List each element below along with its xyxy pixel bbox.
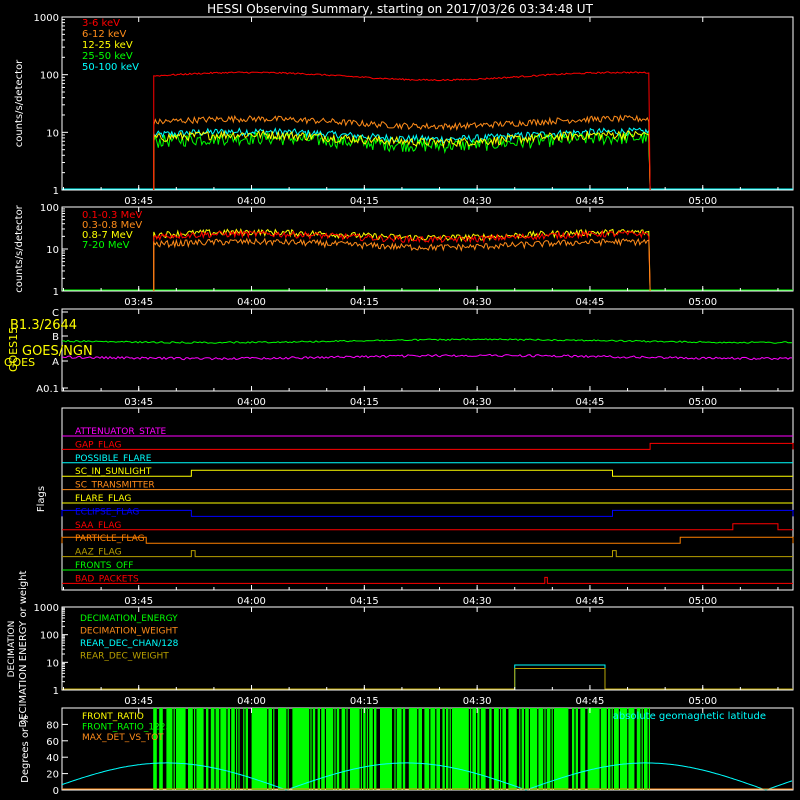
decimation-xtick-label: 04:45 [576, 696, 605, 707]
ratios-latitude-label: absolute geomagnetic latitude [613, 711, 766, 722]
flags-flag-label: AAZ_FLAG [75, 548, 122, 558]
low-energy-legend-entry: 6-12 keV [82, 29, 126, 40]
flags-flag-label: ATTENUATOR_STATE [75, 427, 167, 437]
flags-flag-label: FRONTS_OFF [75, 561, 133, 571]
low-energy-xtick-label: 04:15 [350, 196, 379, 207]
high-energy-ytick-label: 1 [53, 287, 59, 298]
decimation-ylabel: DECIMATION [7, 621, 17, 678]
flags-ylabel: Flags [36, 486, 47, 512]
low-energy-ytick-label: 1000 [34, 13, 59, 24]
ratios-ylabel: Degrees or % [20, 715, 31, 783]
flags-flag-label: SC_TRANSMITTER [75, 481, 155, 491]
decimation-ytick-label: 1000 [34, 603, 59, 614]
low-energy-ylabel: counts/s/detector [14, 59, 25, 147]
flags-xtick-label: 04:15 [350, 596, 379, 607]
high-energy-xtick-label: 05:00 [688, 297, 717, 308]
flags-xtick-label: 03:45 [124, 596, 153, 607]
decimation-ytick-label: 100 [40, 631, 59, 642]
flags-xtick-label: 04:30 [463, 596, 492, 607]
ratios-legend-entry: FRONT_RATIO_1225 [82, 723, 171, 733]
low-energy-legend-entry: 50-100 keV [82, 62, 139, 73]
decimation-legend-entry: REAR_DEC_CHAN/128 [80, 639, 179, 649]
goes-ytick-label: B [52, 332, 59, 343]
ratios-ytick-label: 80 [46, 720, 59, 731]
ratios-ytick-label: 40 [46, 753, 59, 764]
goes-xtick-label: 04:00 [237, 397, 266, 408]
goes-xtick-label: 05:00 [688, 397, 717, 408]
low-energy-legend-entry: 25-50 keV [82, 51, 133, 62]
decimation-ytick-label: 1 [53, 686, 59, 697]
goes-ytick-label: A0.1 [36, 384, 59, 395]
high-energy-legend-entry: 7-20 MeV [82, 240, 130, 251]
flags-flag-label: GAP_FLAG [75, 440, 121, 450]
goes-overlay-text: B1.3/2644 [10, 318, 77, 333]
high-energy-ylabel: counts/s/detector [14, 204, 25, 292]
flags-flag-label: BAD_PACKETS [75, 574, 139, 584]
ratios-legend-entry: MAX_DET_VS_TOT [82, 733, 164, 743]
high-energy-xtick-label: 04:45 [576, 297, 605, 308]
low-energy-xtick-label: 04:30 [463, 196, 492, 207]
decimation-ylabel: DECIMATION ENERGY or weight [18, 570, 29, 727]
decimation-xtick-label: 04:30 [463, 696, 492, 707]
high-energy-xtick-label: 04:00 [237, 297, 266, 308]
goes-xtick-label: 03:45 [124, 397, 153, 408]
low-energy-legend-entry: 3-6 keV [82, 18, 120, 29]
decimation-legend-entry: DECIMATION_WEIGHT [80, 627, 178, 637]
low-energy-xtick-label: 04:45 [576, 196, 605, 207]
flags-flag-label: SAA_FLAG [75, 521, 121, 531]
decimation-ytick-label: 10 [46, 658, 59, 669]
flags-xtick-label: 04:00 [237, 596, 266, 607]
high-energy-xtick-label: 03:45 [124, 297, 153, 308]
high-energy-xtick-label: 04:30 [463, 297, 492, 308]
background [0, 0, 800, 800]
decimation-xtick-label: 03:45 [124, 696, 153, 707]
high-energy-ytick-label: 10 [46, 245, 59, 256]
flags-flag-label: ECLIPSE_FLAG [75, 507, 139, 517]
flags-flag-label: SC_IN_SUNLIGHT [75, 467, 152, 477]
ratios-ytick-label: 60 [46, 737, 59, 748]
goes-xtick-label: 04:45 [576, 397, 605, 408]
flags-flag-label: POSSIBLE_FLARE [75, 454, 152, 464]
flags-flag-label: FLARE_FLAG [75, 494, 131, 504]
low-energy-xtick-label: 03:45 [124, 196, 153, 207]
decimation-legend-entry: REAR_DEC_WEIGHT [80, 652, 169, 662]
decimation-xtick-label: 05:00 [688, 696, 717, 707]
goes-xtick-label: 04:15 [350, 397, 379, 408]
ratios-ytick-label: 20 [46, 770, 59, 781]
ratios-ytick-label: 0 [53, 786, 59, 797]
low-energy-ytick-label: 1 [53, 186, 59, 197]
high-energy-ytick-label: 100 [40, 203, 59, 214]
goes-xtick-label: 04:30 [463, 397, 492, 408]
decimation-xtick-label: 04:15 [350, 696, 379, 707]
flags-xtick-label: 05:00 [688, 596, 717, 607]
goes-overlay-text: GOES/NGN [22, 344, 93, 359]
hessi-summary-figure: HESSI Observing Summary, starting on 201… [0, 0, 800, 800]
low-energy-ytick-label: 10 [46, 128, 59, 139]
high-energy-xtick-label: 04:15 [350, 297, 379, 308]
low-energy-ytick-label: 100 [40, 71, 59, 82]
ratios-legend-entry: FRONT_RATIO [82, 712, 144, 722]
low-energy-xtick-label: 05:00 [688, 196, 717, 207]
flags-xtick-label: 04:45 [576, 596, 605, 607]
low-energy-legend-entry: 12-25 keV [82, 40, 133, 51]
decimation-legend-entry: DECIMATION_ENERGY [80, 614, 178, 624]
decimation-xtick-label: 04:00 [237, 696, 266, 707]
figure-title: HESSI Observing Summary, starting on 201… [207, 2, 593, 16]
flags-flag-label: PARTICLE_FLAG [75, 534, 145, 544]
low-energy-xtick-label: 04:00 [237, 196, 266, 207]
